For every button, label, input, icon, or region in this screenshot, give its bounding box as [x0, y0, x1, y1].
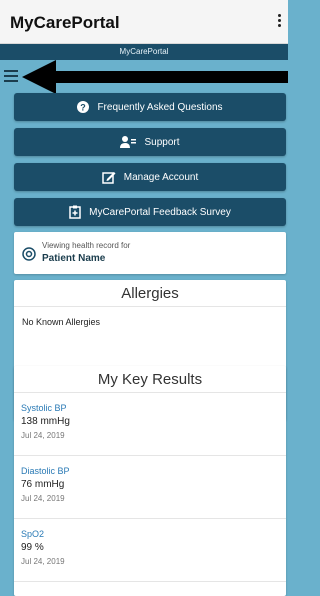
result-item[interactable]: Systolic BP 138 mmHg Jul 24, 2019 [14, 393, 286, 456]
app-title: MyCarePortal [10, 13, 120, 32]
result-date: Jul 24, 2019 [21, 557, 65, 566]
result-value: 99 % [21, 542, 44, 553]
app-bar: MyCarePortal [0, 0, 288, 44]
allergies-title: Allergies [14, 280, 286, 307]
kebab-menu-icon[interactable] [275, 14, 283, 30]
svg-text:?: ? [81, 103, 87, 113]
result-name: Diastolic BP [21, 466, 70, 476]
result-item[interactable]: SpO2 99 % Jul 24, 2019 [14, 519, 286, 582]
left-arrow-icon [22, 60, 288, 94]
result-value: 138 mmHg [21, 416, 70, 427]
patient-icon [22, 247, 36, 261]
faq-button[interactable]: ? Frequently Asked Questions [14, 93, 286, 121]
support-button-label: Support [144, 136, 180, 148]
hamburger-menu-icon[interactable] [4, 70, 18, 82]
result-value: 76 mmHg [21, 479, 65, 490]
faq-button-label: Frequently Asked Questions [97, 101, 223, 113]
result-date: Jul 24, 2019 [21, 494, 65, 503]
feedback-survey-button[interactable]: MyCarePortal Feedback Survey [14, 198, 286, 226]
result-item[interactable]: Diastolic BP 76 mmHg Jul 24, 2019 [14, 456, 286, 519]
manage-account-button-label: Manage Account [123, 171, 199, 183]
manage-account-button[interactable]: Manage Account [14, 163, 286, 191]
patient-card[interactable]: Viewing health record for Patient Name [14, 232, 286, 274]
support-button[interactable]: Support [14, 128, 286, 156]
allergies-text: No Known Allergies [22, 317, 101, 327]
main-content: ? Frequently Asked Questions Support Man… [0, 60, 288, 596]
result-name: Systolic BP [21, 403, 67, 413]
result-date: Jul 24, 2019 [21, 431, 65, 440]
result-name: SpO2 [21, 529, 45, 539]
support-person-icon [120, 136, 137, 148]
feedback-survey-button-label: MyCarePortal Feedback Survey [89, 206, 231, 218]
question-icon: ? [77, 101, 90, 113]
survey-icon [69, 205, 81, 219]
key-results-title: My Key Results [14, 366, 286, 393]
portal-subtitle-bar: MyCarePortal [0, 44, 288, 60]
viewing-label: Viewing health record for [42, 241, 131, 250]
patient-name: Patient Name [42, 253, 106, 264]
key-results-card: My Key Results Systolic BP 138 mmHg Jul … [14, 366, 286, 596]
edit-icon [102, 170, 116, 184]
